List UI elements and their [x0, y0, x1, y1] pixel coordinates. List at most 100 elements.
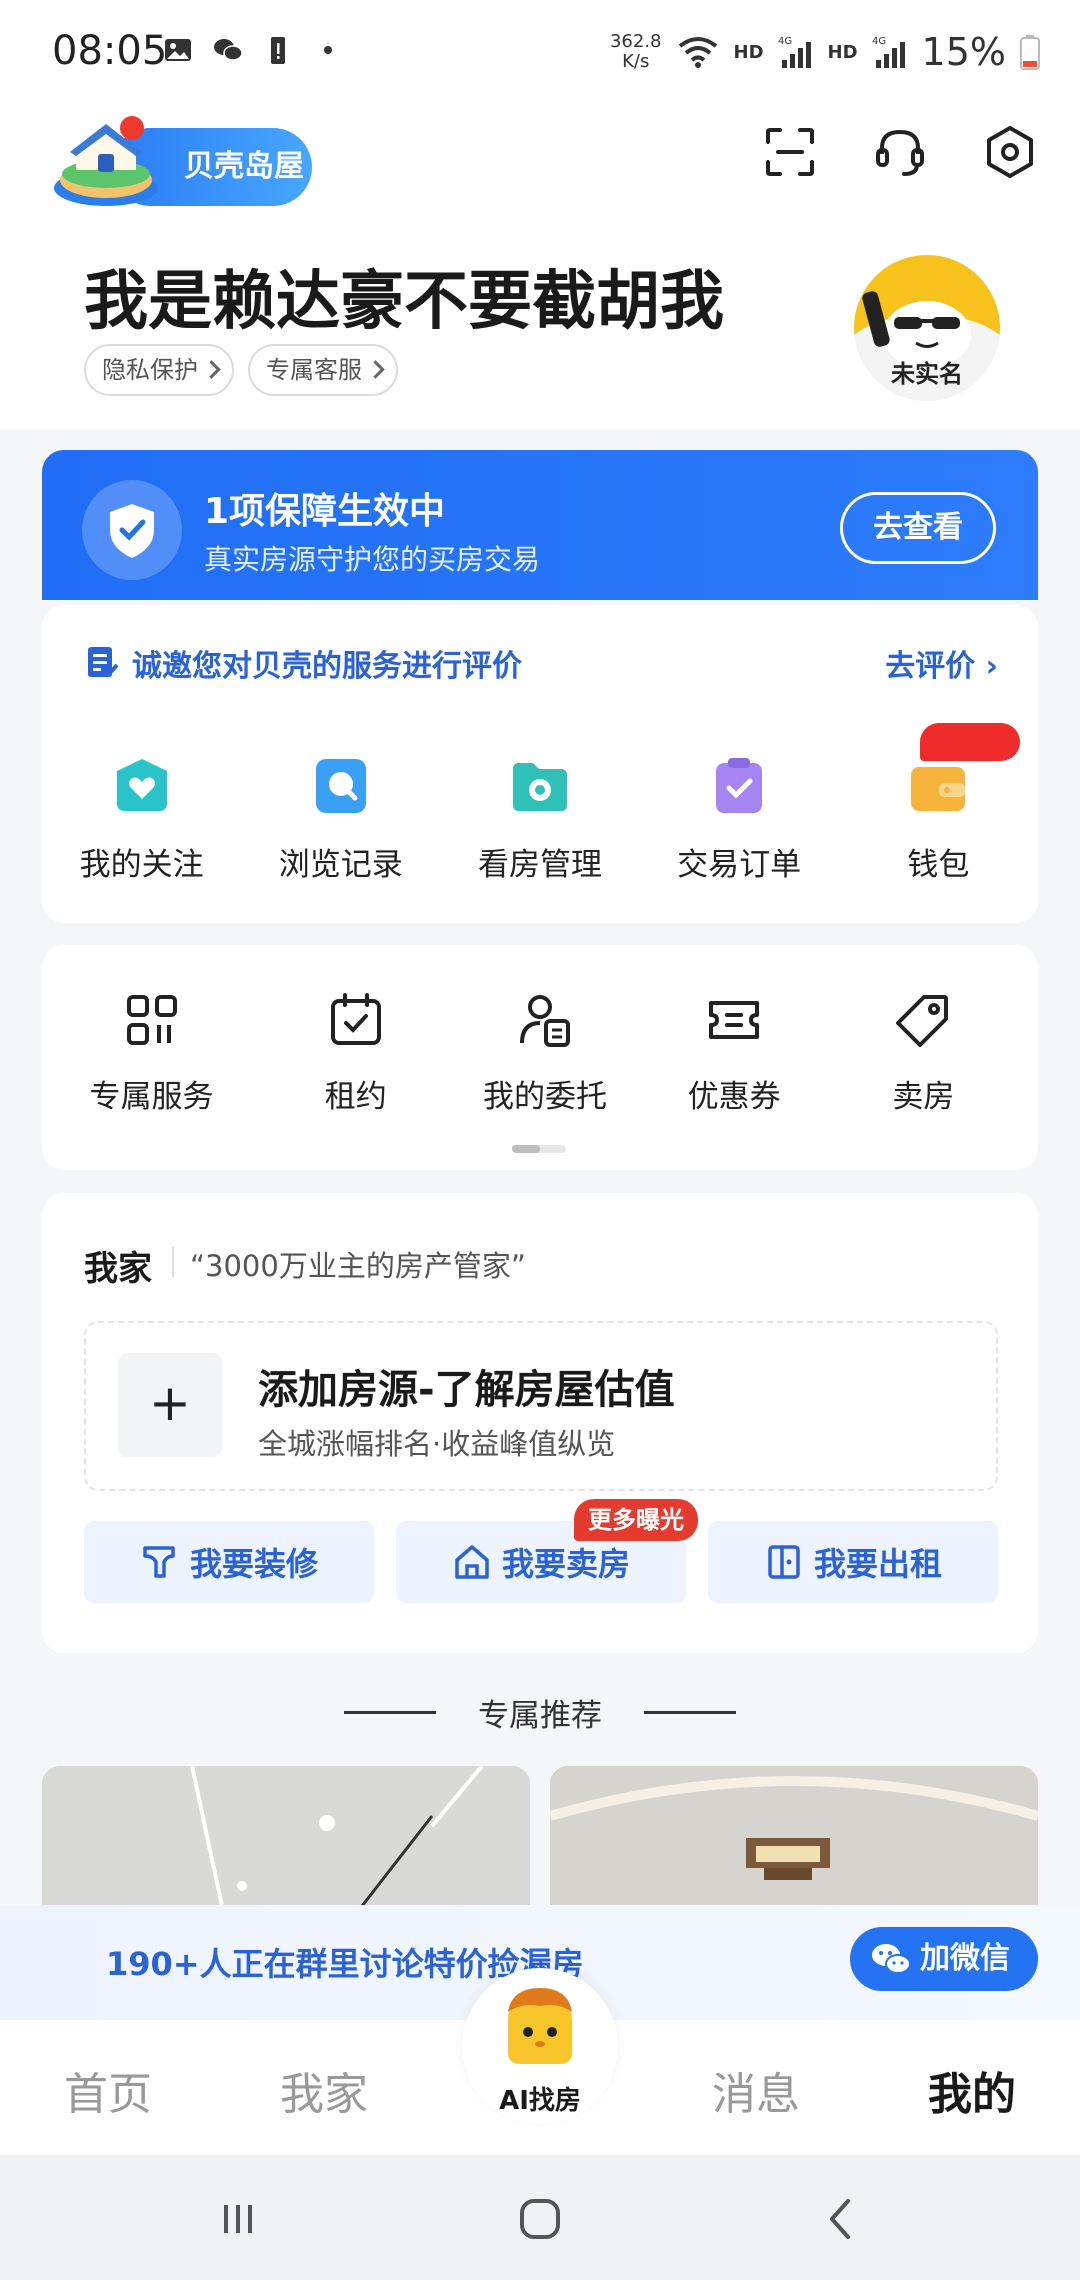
review-invite[interactable]: 诚邀您对贝壳的服务进行评价 去评价 › [86, 641, 998, 685]
battery-percent: 15% [921, 30, 1006, 74]
renovate-label: 我要装修 [189, 1545, 318, 1583]
tool-coupon[interactable]: 优惠券 [640, 991, 829, 1116]
home-slogan: “3000万业主的房产管家” [190, 1249, 526, 1283]
grid-item-favorites[interactable]: 我的关注 [42, 755, 241, 884]
status-bar: 08:05 362.8 K/s HD 4G HD 4G 15% [0, 0, 1080, 100]
clipboard-check-icon [716, 758, 763, 813]
exclusive-service-tag[interactable]: 专属客服 [248, 344, 398, 396]
battery-icon [1020, 35, 1040, 70]
paint-roller-icon [143, 1546, 175, 1578]
rent-out-button[interactable]: 我要出租 [708, 1521, 998, 1603]
header-actions [760, 122, 1040, 182]
tab-mine[interactable]: 我的 [928, 2058, 1016, 2122]
tool-sell-house[interactable]: 卖房 [829, 991, 1018, 1116]
island-house-icon [54, 116, 158, 206]
recommend-card-2[interactable] [550, 1766, 1038, 1926]
net-speed-unit: K/s [622, 51, 650, 72]
renovate-button[interactable]: 我要装修 [84, 1521, 374, 1603]
wifi-icon [678, 37, 717, 68]
sell-house-button[interactable]: 更多曝光 我要卖房 [396, 1499, 698, 1603]
tools-card: 专属服务 租约 我的委托 优惠券 卖房 [42, 945, 1038, 1170]
sell-house-label: 我要卖房 [501, 1545, 630, 1583]
grid-label: 我的关注 [79, 847, 204, 883]
home-nav-icon[interactable] [510, 2189, 570, 2249]
wechat-icon [872, 1944, 911, 1974]
service-card: 诚邀您对贝壳的服务进行评价 去评价 › 我的关注 浏览记录 看房管理 交易订单 … [42, 605, 1038, 923]
shield-badge [82, 480, 182, 580]
grid-apps-icon [126, 995, 177, 1045]
battery-alert-icon [271, 37, 285, 64]
back-nav-icon[interactable] [812, 2189, 872, 2249]
ai-mascot-icon [508, 1988, 572, 2064]
tool-exclusive-service[interactable]: 专属服务 [42, 991, 261, 1116]
status-time: 08:05 [52, 28, 168, 74]
home-actions: 我要装修 更多曝光 我要卖房 我要出租 [84, 1499, 998, 1603]
my-home-card: 我家 “3000万业主的房产管家” + 添加房源-了解房屋估值 全城涨幅排名·收… [42, 1193, 1038, 1653]
recommend-card-1[interactable] [42, 1766, 530, 1926]
avatar[interactable]: 未实名 [854, 255, 1000, 401]
add-wechat-label: 加微信 [920, 1941, 1010, 1976]
profile-tags: 隐私保护 专属客服 [84, 344, 398, 396]
recent-apps-icon[interactable] [208, 2189, 268, 2249]
listing-photo-2 [550, 1766, 1038, 1926]
grid-item-history[interactable]: 浏览记录 [241, 755, 440, 884]
grid-item-viewing[interactable]: 看房管理 [440, 755, 639, 884]
search-bubble-icon [315, 759, 366, 813]
grid-label: 看房管理 [477, 847, 602, 883]
tab-home[interactable]: 首页 [64, 2058, 152, 2122]
tool-entrust[interactable]: 我的委托 [450, 991, 639, 1116]
tool-label: 专属服务 [89, 1079, 214, 1115]
guarantee-subtitle: 真实房源守护您的买房交易 [204, 543, 541, 576]
heart-icon [116, 759, 167, 811]
net-speed: 362.8 K/s [610, 32, 662, 72]
tool-lease[interactable]: 租约 [261, 991, 450, 1116]
folder-eye-icon [512, 763, 567, 811]
tool-label: 卖房 [892, 1079, 955, 1115]
home-title: 我家 [84, 1249, 152, 1289]
guarantee-banner[interactable]: 1项保障生效中 真实房源守护您的买房交易 去查看 [42, 450, 1038, 600]
go-review-label: 去评价 [885, 649, 976, 684]
tab-my-home[interactable]: 我家 [280, 2058, 368, 2122]
status-right: 362.8 K/s HD 4G HD 4G 15% [610, 30, 1040, 74]
divider [172, 1247, 174, 1277]
tab-ai-search[interactable]: AI找房 [462, 1968, 618, 2124]
user-document-icon [519, 995, 570, 1047]
profile-header: 贝壳岛屋 我是赖达豪不要截胡我 隐私保护 专属客服 未实名 [0, 100, 1080, 430]
net-speed-value: 362.8 [609, 31, 662, 52]
add-wechat-button[interactable]: 加微信 [850, 1927, 1038, 1991]
signal-icon-2: 4G [872, 36, 905, 68]
plus-icon: + [118, 1353, 222, 1457]
customer-service-icon[interactable] [870, 122, 930, 182]
grid-item-orders[interactable]: 交易订单 [640, 755, 839, 884]
brand-logo[interactable]: 贝壳岛屋 [50, 110, 320, 210]
door-icon [768, 1545, 800, 1579]
go-review-link[interactable]: 去评价 › [885, 641, 998, 685]
add-property-box[interactable]: + 添加房源-了解房屋估值 全城涨幅排名·收益峰值纵览 [84, 1321, 998, 1491]
shield-check-icon [110, 504, 154, 558]
svg-text:4G: 4G [778, 36, 792, 47]
grid-label: 交易订单 [677, 847, 802, 883]
scan-icon[interactable] [760, 122, 820, 182]
add-property-title: 添加房源-了解房屋估值 [258, 1367, 675, 1413]
hd-label-2: HD [827, 41, 858, 63]
rent-out-label: 我要出租 [813, 1545, 942, 1583]
system-nav-bar [0, 2155, 1080, 2280]
gallery-icon [165, 39, 191, 61]
settings-icon[interactable] [980, 122, 1040, 182]
notification-badge [919, 723, 1020, 761]
dot-icon [324, 46, 332, 54]
hd-label-1: HD [733, 41, 764, 63]
username: 我是赖达豪不要截胡我 [84, 265, 724, 339]
view-guarantee-button[interactable]: 去查看 [840, 492, 996, 564]
tool-label: 租约 [324, 1079, 387, 1115]
privacy-tag[interactable]: 隐私保护 [84, 344, 234, 396]
ai-search-label: AI找房 [499, 2086, 581, 2116]
wechat-notif-icon [214, 39, 243, 61]
add-property-subtitle: 全城涨幅排名·收益峰值纵览 [258, 1427, 616, 1461]
tool-label: 优惠券 [687, 1079, 781, 1115]
tab-messages[interactable]: 消息 [712, 2058, 800, 2122]
wallet-icon [911, 767, 966, 811]
grid-item-wallet[interactable]: 钱包 [839, 723, 1038, 884]
recommend-title: 专属推荐 [478, 1698, 602, 1734]
verification-status: 未实名 [891, 360, 963, 388]
